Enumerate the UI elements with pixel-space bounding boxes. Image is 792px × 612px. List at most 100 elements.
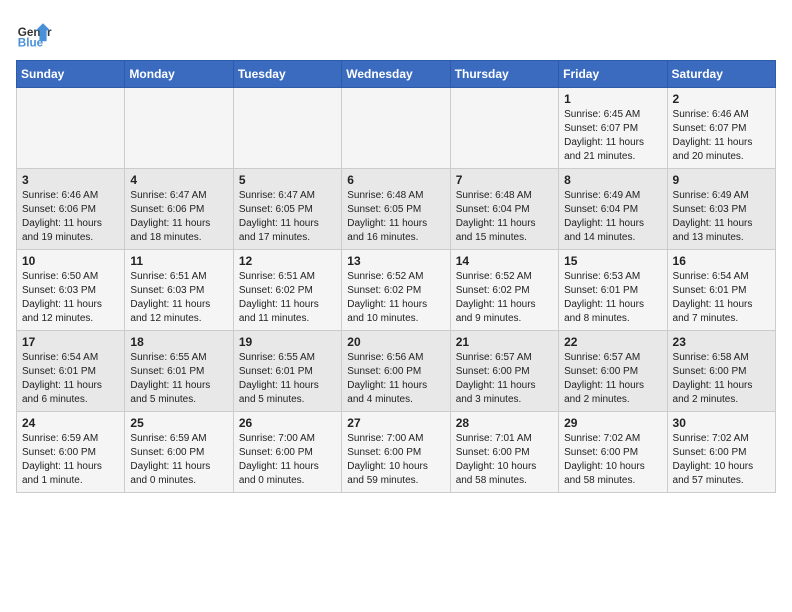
day-content: Sunrise: 6:45 AM Sunset: 6:07 PM Dayligh… [564,108,661,164]
day-number: 30 [673,416,770,430]
day-number: 18 [130,335,227,349]
day-content: Sunrise: 6:59 AM Sunset: 6:00 PM Dayligh… [130,432,227,488]
day-content: Sunrise: 6:50 AM Sunset: 6:03 PM Dayligh… [22,270,119,326]
day-content: Sunrise: 6:47 AM Sunset: 6:06 PM Dayligh… [130,189,227,245]
calendar-cell: 27 Sunrise: 7:00 AM Sunset: 6:00 PM Dayli… [342,412,450,493]
day-content: Sunrise: 7:01 AM Sunset: 6:00 PM Dayligh… [456,432,553,488]
header-tuesday: Tuesday [233,61,341,88]
calendar-header-row: SundayMondayTuesdayWednesdayThursdayFrid… [17,61,776,88]
day-number: 20 [347,335,444,349]
day-content: Sunrise: 6:53 AM Sunset: 6:01 PM Dayligh… [564,270,661,326]
day-number: 7 [456,173,553,187]
day-number: 9 [673,173,770,187]
calendar-cell: 24 Sunrise: 6:59 AM Sunset: 6:00 PM Dayli… [17,412,125,493]
header-sunday: Sunday [17,61,125,88]
day-number: 24 [22,416,119,430]
calendar-week-row: 10 Sunrise: 6:50 AM Sunset: 6:03 PM Dayli… [17,250,776,331]
day-number: 1 [564,92,661,106]
day-content: Sunrise: 6:55 AM Sunset: 6:01 PM Dayligh… [239,351,336,407]
day-content: Sunrise: 6:57 AM Sunset: 6:00 PM Dayligh… [564,351,661,407]
calendar-cell: 10 Sunrise: 6:50 AM Sunset: 6:03 PM Dayli… [17,250,125,331]
day-number: 15 [564,254,661,268]
header-friday: Friday [559,61,667,88]
day-content: Sunrise: 6:52 AM Sunset: 6:02 PM Dayligh… [456,270,553,326]
calendar-cell: 29 Sunrise: 7:02 AM Sunset: 6:00 PM Dayli… [559,412,667,493]
day-content: Sunrise: 6:51 AM Sunset: 6:03 PM Dayligh… [130,270,227,326]
day-number: 19 [239,335,336,349]
calendar-cell: 26Sunrise: 7:00 AM Sunset: 6:00 PM Dayli… [233,412,341,493]
calendar-cell: 7 Sunrise: 6:48 AM Sunset: 6:04 PM Daylig… [450,169,558,250]
calendar-cell: 6 Sunrise: 6:48 AM Sunset: 6:05 PM Daylig… [342,169,450,250]
day-content: Sunrise: 6:54 AM Sunset: 6:01 PM Dayligh… [22,351,119,407]
calendar-cell: 17 Sunrise: 6:54 AM Sunset: 6:01 PM Dayli… [17,331,125,412]
calendar-cell: 8 Sunrise: 6:49 AM Sunset: 6:04 PM Daylig… [559,169,667,250]
day-number: 23 [673,335,770,349]
calendar-cell: 2Sunrise: 6:46 AM Sunset: 6:07 PM Daylig… [667,88,775,169]
calendar-cell [125,88,233,169]
calendar-cell: 28 Sunrise: 7:01 AM Sunset: 6:00 PM Dayli… [450,412,558,493]
calendar-cell: 15 Sunrise: 6:53 AM Sunset: 6:01 PM Dayli… [559,250,667,331]
day-number: 27 [347,416,444,430]
calendar-week-row: 3Sunrise: 6:46 AM Sunset: 6:06 PM Daylig… [17,169,776,250]
calendar-cell: 18 Sunrise: 6:55 AM Sunset: 6:01 PM Dayli… [125,331,233,412]
day-content: Sunrise: 6:46 AM Sunset: 6:06 PM Dayligh… [22,189,119,245]
calendar-cell: 16 Sunrise: 6:54 AM Sunset: 6:01 PM Dayli… [667,250,775,331]
logo: General Blue [16,16,52,52]
calendar-cell: 13 Sunrise: 6:52 AM Sunset: 6:02 PM Dayli… [342,250,450,331]
day-content: Sunrise: 6:48 AM Sunset: 6:05 PM Dayligh… [347,189,444,245]
day-content: Sunrise: 6:51 AM Sunset: 6:02 PM Dayligh… [239,270,336,326]
calendar-table: SundayMondayTuesdayWednesdayThursdayFrid… [16,60,776,493]
header-monday: Monday [125,61,233,88]
day-content: Sunrise: 6:49 AM Sunset: 6:03 PM Dayligh… [673,189,770,245]
day-number: 25 [130,416,227,430]
calendar-cell: 11 Sunrise: 6:51 AM Sunset: 6:03 PM Dayli… [125,250,233,331]
calendar-cell: 20 Sunrise: 6:56 AM Sunset: 6:00 PM Dayli… [342,331,450,412]
day-number: 16 [673,254,770,268]
calendar-week-row: 24 Sunrise: 6:59 AM Sunset: 6:00 PM Dayli… [17,412,776,493]
day-number: 17 [22,335,119,349]
calendar-cell: 3Sunrise: 6:46 AM Sunset: 6:06 PM Daylig… [17,169,125,250]
day-number: 8 [564,173,661,187]
day-number: 22 [564,335,661,349]
day-number: 6 [347,173,444,187]
calendar-cell: 23 Sunrise: 6:58 AM Sunset: 6:00 PM Dayli… [667,331,775,412]
day-content: Sunrise: 6:48 AM Sunset: 6:04 PM Dayligh… [456,189,553,245]
header-thursday: Thursday [450,61,558,88]
day-content: Sunrise: 7:00 AM Sunset: 6:00 PM Dayligh… [347,432,444,488]
calendar-cell: 19 Sunrise: 6:55 AM Sunset: 6:01 PM Dayli… [233,331,341,412]
day-number: 28 [456,416,553,430]
calendar-cell: 1 Sunrise: 6:45 AM Sunset: 6:07 PM Daylig… [559,88,667,169]
day-content: Sunrise: 6:59 AM Sunset: 6:00 PM Dayligh… [22,432,119,488]
day-number: 10 [22,254,119,268]
day-content: Sunrise: 6:52 AM Sunset: 6:02 PM Dayligh… [347,270,444,326]
day-number: 14 [456,254,553,268]
day-number: 12 [239,254,336,268]
header-wednesday: Wednesday [342,61,450,88]
day-content: Sunrise: 6:55 AM Sunset: 6:01 PM Dayligh… [130,351,227,407]
calendar-week-row: 17 Sunrise: 6:54 AM Sunset: 6:01 PM Dayli… [17,331,776,412]
calendar-cell: 22 Sunrise: 6:57 AM Sunset: 6:00 PM Dayli… [559,331,667,412]
calendar-cell [450,88,558,169]
calendar-cell: 9 Sunrise: 6:49 AM Sunset: 6:03 PM Daylig… [667,169,775,250]
day-content: Sunrise: 7:02 AM Sunset: 6:00 PM Dayligh… [564,432,661,488]
day-content: Sunrise: 6:46 AM Sunset: 6:07 PM Dayligh… [673,108,770,164]
calendar-cell [233,88,341,169]
day-number: 11 [130,254,227,268]
day-content: Sunrise: 6:56 AM Sunset: 6:00 PM Dayligh… [347,351,444,407]
calendar-cell [342,88,450,169]
calendar-cell: 30 Sunrise: 7:02 AM Sunset: 6:00 PM Dayli… [667,412,775,493]
calendar-cell: 5Sunrise: 6:47 AM Sunset: 6:05 PM Daylig… [233,169,341,250]
calendar-cell: 25 Sunrise: 6:59 AM Sunset: 6:00 PM Dayli… [125,412,233,493]
calendar-week-row: 1 Sunrise: 6:45 AM Sunset: 6:07 PM Daylig… [17,88,776,169]
header-saturday: Saturday [667,61,775,88]
day-content: Sunrise: 7:00 AM Sunset: 6:00 PM Dayligh… [239,432,336,488]
day-number: 13 [347,254,444,268]
calendar-cell: 14 Sunrise: 6:52 AM Sunset: 6:02 PM Dayli… [450,250,558,331]
day-content: Sunrise: 6:58 AM Sunset: 6:00 PM Dayligh… [673,351,770,407]
day-number: 29 [564,416,661,430]
day-number: 21 [456,335,553,349]
day-content: Sunrise: 6:49 AM Sunset: 6:04 PM Dayligh… [564,189,661,245]
day-content: Sunrise: 7:02 AM Sunset: 6:00 PM Dayligh… [673,432,770,488]
day-content: Sunrise: 6:54 AM Sunset: 6:01 PM Dayligh… [673,270,770,326]
day-number: 4 [130,173,227,187]
